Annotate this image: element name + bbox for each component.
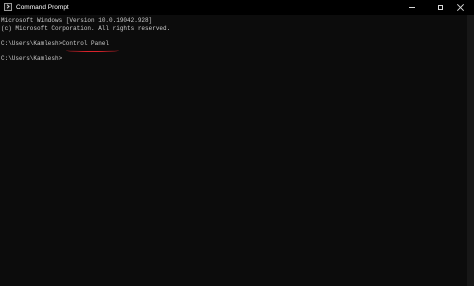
close-icon — [457, 4, 464, 11]
minimize-icon — [409, 7, 415, 8]
scrollbar[interactable] — [467, 15, 474, 286]
minimize-button[interactable] — [398, 0, 426, 15]
window-title: Command Prompt — [16, 4, 69, 11]
maximize-icon — [437, 5, 443, 10]
command-underline — [66, 49, 119, 52]
command-line: C:\Users\Kamlesh>Control Panel — [1, 40, 110, 47]
title-bar[interactable]: Command Prompt — [0, 0, 474, 15]
command-prompt-icon — [4, 3, 12, 11]
console-output[interactable]: Microsoft Windows [Version 10.0.19042.92… — [0, 15, 467, 286]
close-button[interactable] — [446, 0, 474, 15]
prompt-line: C:\Users\Kamlesh> — [1, 55, 63, 62]
command-prompt-window: Command Prompt Microsoft Windows [Versio… — [0, 0, 474, 286]
copyright-line: (c) Microsoft Corporation. All rights re… — [1, 25, 171, 32]
